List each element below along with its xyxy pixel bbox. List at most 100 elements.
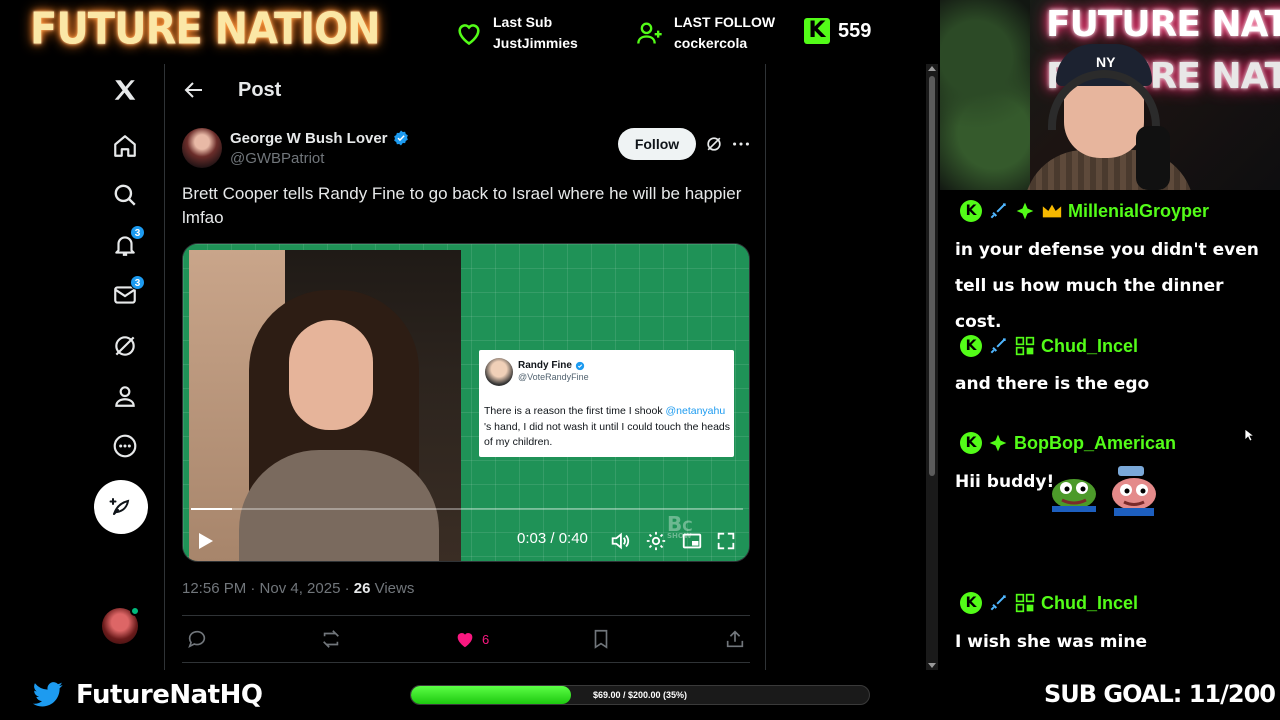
page-title: Post [238,79,282,101]
chat-message-text: I wish she was mine [955,632,1147,652]
x-logo-icon[interactable] [105,70,145,110]
gem-badge-icon [1014,200,1036,222]
last-sub-label: Last Sub [493,14,553,30]
heart-filled-icon [457,633,473,648]
kick-follower-count: K 559 [804,18,871,44]
verified-badge-icon [575,361,585,370]
back-arrow-icon[interactable] [182,78,206,102]
chat-message-header: K Chud_Incel [960,335,1138,357]
author-name-row[interactable]: George W Bush Lover [230,129,410,147]
microphone [1136,126,1170,190]
gem-badge-icon [987,432,1009,454]
reply-button[interactable] [186,628,208,650]
notifications-icon[interactable]: 3 [105,225,145,265]
kick-badge-icon: K [960,200,982,222]
divider [182,615,750,616]
fullscreen-icon[interactable] [715,530,737,552]
post-detail-column: Post George W Bush Lover @GWBPatriot Fol… [166,64,766,670]
author-name[interactable]: George W Bush Lover [230,130,388,147]
stream-top-bar: FUTURE NATION Last Sub JustJimmies LAST … [0,0,940,64]
repost-button[interactable] [320,628,342,650]
stream-bottom-bar: FutureNatHQ $69.00 / $200.00 (35%) SUB G… [0,670,1280,720]
last-follow-widget: LAST FOLLOW cockercola [636,12,775,54]
webcam-feed: FUTURE NATION FUTURE NATION NY [940,0,1280,190]
chat-username[interactable]: Chud_Incel [1041,593,1138,614]
chat-username[interactable]: BopBop_American [1014,433,1176,454]
picture-in-picture-icon[interactable] [681,530,703,552]
chat-message-header: K Chud_Incel [960,592,1138,614]
x-browser-panel: 3 3 Post George W Bush Lover @GWBPatriot… [0,64,940,670]
video-player[interactable]: Randy Fine @VoteRandyFine There is a rea… [182,243,750,562]
twitter-handle-widget: FutureNatHQ [32,680,263,710]
messages-badge: 3 [130,275,145,290]
scrollbar-thumb[interactable] [929,76,935,476]
profile-icon[interactable] [105,376,145,416]
quoted-avatar [485,358,513,386]
like-button[interactable]: 6 [454,628,489,650]
views-count: 26 [353,580,371,597]
author-avatar[interactable] [182,128,222,168]
last-follow-name: cockercola [674,35,748,51]
share-button[interactable] [724,628,746,650]
notifications-badge: 3 [130,225,145,240]
grok-explain-icon[interactable] [704,134,724,154]
pepe-emote-icon [1052,479,1096,512]
kick-badge-icon: K [960,432,982,454]
left-sidebar-nav: 3 3 [85,64,165,670]
twitter-handle: FutureNatHQ [76,680,263,710]
volume-icon[interactable] [609,530,631,552]
more-options-icon[interactable] [105,426,145,466]
divider [182,662,750,663]
post-header: Post [166,64,766,117]
bookmark-button[interactable] [590,628,612,650]
chat-username[interactable]: Chud_Incel [1041,336,1138,357]
views-label: Views [370,580,415,597]
sword-badge-icon [987,335,1009,357]
sword-badge-icon [987,592,1009,614]
pepe-eating-emote-icon [1112,466,1156,516]
brand-logo-text: FUTURE NATION [30,3,381,55]
user-add-icon [637,22,662,44]
quoted-handle: @VoteRandyFine [518,372,589,382]
video-seek-bar[interactable] [191,508,743,510]
sword-badge-icon [987,200,1009,222]
chat-panel: K MillenialGroyper in your defense you d… [940,190,1280,670]
donation-goal-text: $69.00 / $200.00 (35%) [592,690,688,700]
last-sub-name: JustJimmies [493,35,578,51]
subscriber-badge-icon [1014,335,1036,357]
kick-badge-icon: K [960,335,982,357]
mouse-cursor-icon [1244,428,1254,442]
last-sub-widget: Last Sub JustJimmies [455,12,578,54]
post-actions: 6 [186,628,746,650]
home-icon[interactable] [105,126,145,166]
follow-button[interactable]: Follow [618,128,696,160]
like-count: 6 [482,631,490,647]
chat-message-text: and there is the ego [955,374,1150,394]
author-handle[interactable]: @GWBPatriot [230,150,324,167]
post-meta: 12:56 PM · Nov 4, 2025 · 26 Views [182,580,414,597]
grok-icon[interactable] [105,326,145,366]
settings-gear-icon[interactable] [645,530,667,552]
kick-count-value: 559 [838,19,872,42]
search-icon[interactable] [105,175,145,215]
video-person-frame [189,250,461,561]
video-time: 0:03 / 0:40 [517,530,588,547]
chat-message-header: K MillenialGroyper [960,200,1209,222]
account-avatar[interactable] [102,606,140,644]
twitter-bird-icon [32,682,63,707]
play-icon[interactable] [195,530,215,552]
neon-sign-text: FUTURE NATION [1046,4,1280,45]
chat-username[interactable]: MillenialGroyper [1068,201,1209,222]
more-dots-icon[interactable] [730,134,752,154]
reply-icon [188,630,206,648]
crown-badge-icon [1041,200,1063,222]
compose-post-button[interactable] [94,480,148,534]
post-text: Brett Cooper tells Randy Fine to go back… [182,184,742,227]
quoted-name-row: Randy Fine [518,360,585,371]
share-icon [726,630,744,648]
page-scrollbar[interactable] [926,64,938,670]
quoted-post-card: Randy Fine @VoteRandyFine There is a rea… [479,350,734,457]
chat-message-header: K BopBop_American [960,432,1176,454]
messages-icon[interactable]: 3 [105,275,145,315]
chat-message-text: in your defense you didn't even tell us … [955,240,1259,332]
